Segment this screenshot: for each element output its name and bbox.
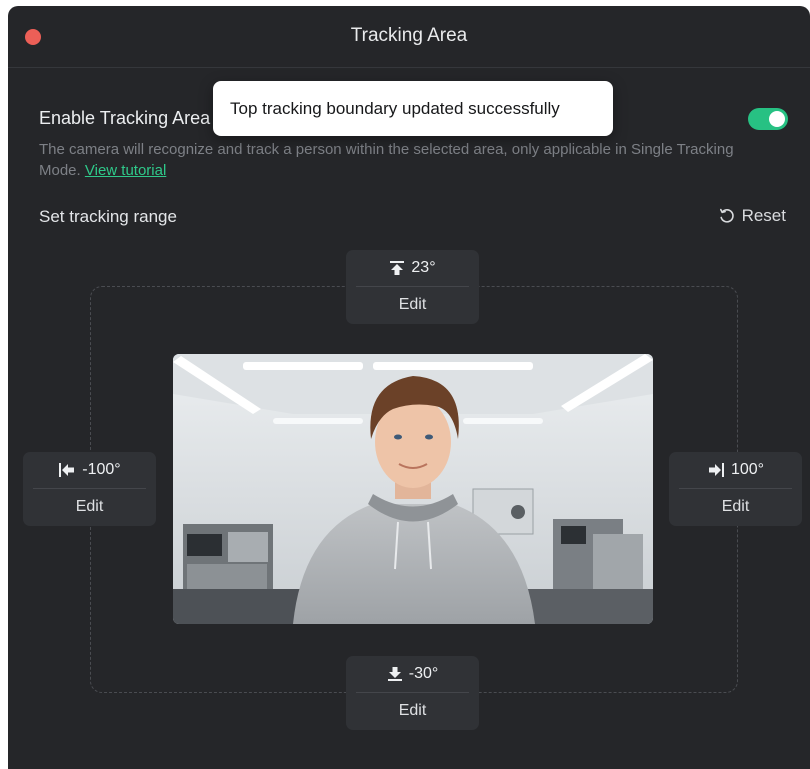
- enable-tracking-area-toggle[interactable]: [748, 108, 788, 130]
- left-boundary-card[interactable]: -100° Edit: [23, 452, 156, 526]
- reset-icon: [718, 207, 736, 225]
- tracking-description: The camera will recognize and track a pe…: [39, 139, 769, 181]
- right-boundary-card[interactable]: 100° Edit: [669, 452, 802, 526]
- bottom-boundary-value-row: -30°: [356, 656, 469, 693]
- window-title: Tracking Area: [350, 25, 468, 46]
- top-edit-button[interactable]: Edit: [346, 287, 479, 323]
- left-boundary-value: -100°: [82, 461, 121, 478]
- view-tutorial-link[interactable]: View tutorial: [85, 162, 166, 179]
- camera-preview: [173, 354, 653, 624]
- toggle-knob: [769, 111, 785, 127]
- arrow-right-bar-icon: [707, 462, 725, 478]
- toast-message: Top tracking boundary updated successful…: [230, 98, 560, 118]
- reset-button[interactable]: Reset: [718, 206, 786, 226]
- top-boundary-value: 23°: [411, 259, 436, 276]
- left-edit-button[interactable]: Edit: [23, 489, 156, 525]
- arrow-left-bar-icon: [58, 462, 76, 478]
- enable-tracking-area-label: Enable Tracking Area: [39, 108, 211, 128]
- set-tracking-range-label: Set tracking range: [39, 207, 177, 226]
- tracking-area-window: Tracking Area Enable Tracking Area The c…: [8, 6, 810, 769]
- arrow-up-bar-icon: [389, 260, 405, 276]
- bottom-boundary-card[interactable]: -30° Edit: [346, 656, 479, 730]
- bottom-boundary-value: -30°: [408, 665, 439, 682]
- arrow-down-bar-icon: [387, 666, 403, 682]
- success-toast: Top tracking boundary updated successful…: [213, 81, 613, 136]
- right-boundary-value-row: 100°: [679, 452, 792, 489]
- bottom-edit-button[interactable]: Edit: [346, 693, 479, 729]
- right-edit-button[interactable]: Edit: [669, 489, 802, 525]
- right-boundary-value: 100°: [730, 461, 765, 478]
- top-boundary-card[interactable]: 23° Edit: [346, 250, 479, 324]
- reset-label: Reset: [741, 206, 786, 225]
- left-boundary-value-row: -100°: [33, 452, 146, 489]
- top-boundary-value-row: 23°: [356, 250, 469, 287]
- title-bar: Tracking Area: [8, 6, 810, 68]
